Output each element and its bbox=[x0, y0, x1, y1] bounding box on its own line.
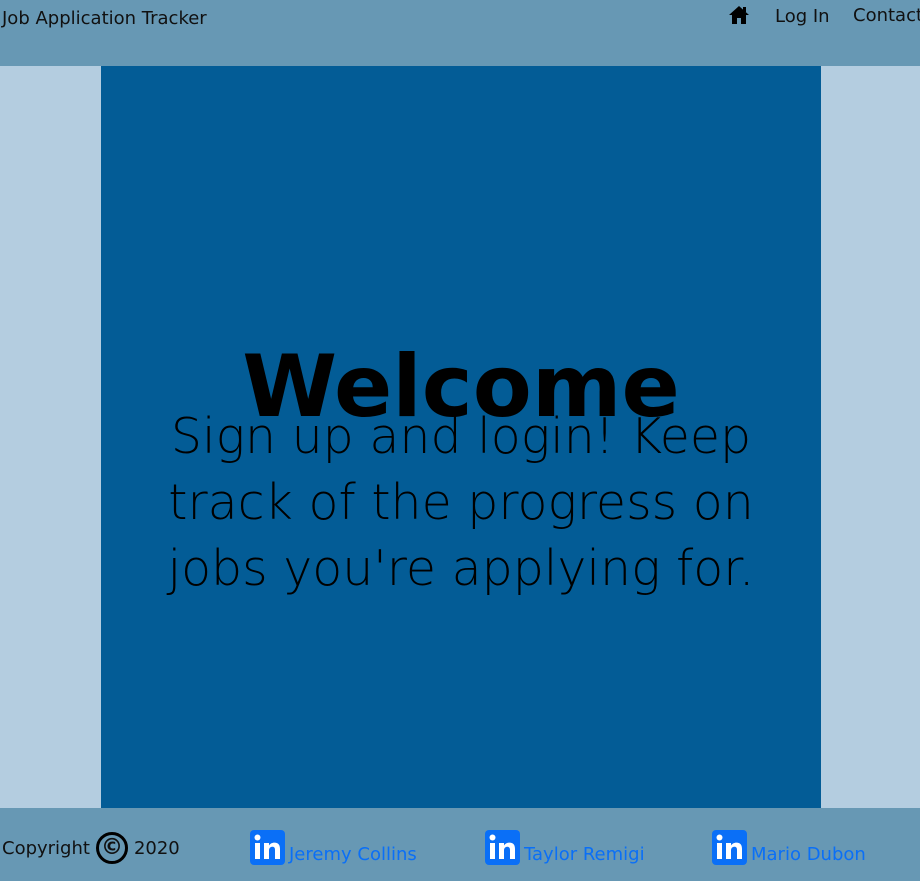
hero-panel: Welcome Sign up and login! Keep track of… bbox=[101, 66, 821, 808]
linkedin-icon[interactable] bbox=[250, 830, 285, 865]
brand-title[interactable]: Job Application Tracker bbox=[2, 8, 207, 29]
author-name[interactable]: Jeremy Collins bbox=[289, 845, 417, 865]
linkedin-icon[interactable] bbox=[485, 830, 520, 865]
copyright-icon: © bbox=[95, 832, 128, 864]
linkedin-icon[interactable] bbox=[712, 830, 747, 865]
hero-description: Sign up and login! Keep track of the pro… bbox=[167, 408, 755, 597]
author-link-jeremy-collins[interactable]: Jeremy Collins bbox=[250, 830, 417, 865]
author-name[interactable]: Taylor Remigi bbox=[524, 845, 645, 865]
contact-link[interactable]: Contact bbox=[853, 5, 920, 26]
home-icon[interactable] bbox=[728, 5, 750, 25]
copyright: Copyright © 2020 bbox=[2, 828, 180, 868]
author-link-mario-dubon[interactable]: Mario Dubon bbox=[712, 830, 866, 865]
author-name[interactable]: Mario Dubon bbox=[751, 845, 866, 865]
author-link-taylor-remigi[interactable]: Taylor Remigi bbox=[485, 830, 645, 865]
copyright-label: Copyright bbox=[2, 837, 90, 859]
navbar: Job Application Tracker Log In Contact bbox=[0, 0, 920, 66]
copyright-year: 2020 bbox=[133, 837, 180, 859]
footer: Copyright © 2020 Jeremy Collins Taylor R… bbox=[0, 808, 920, 881]
login-link[interactable]: Log In bbox=[775, 6, 830, 27]
